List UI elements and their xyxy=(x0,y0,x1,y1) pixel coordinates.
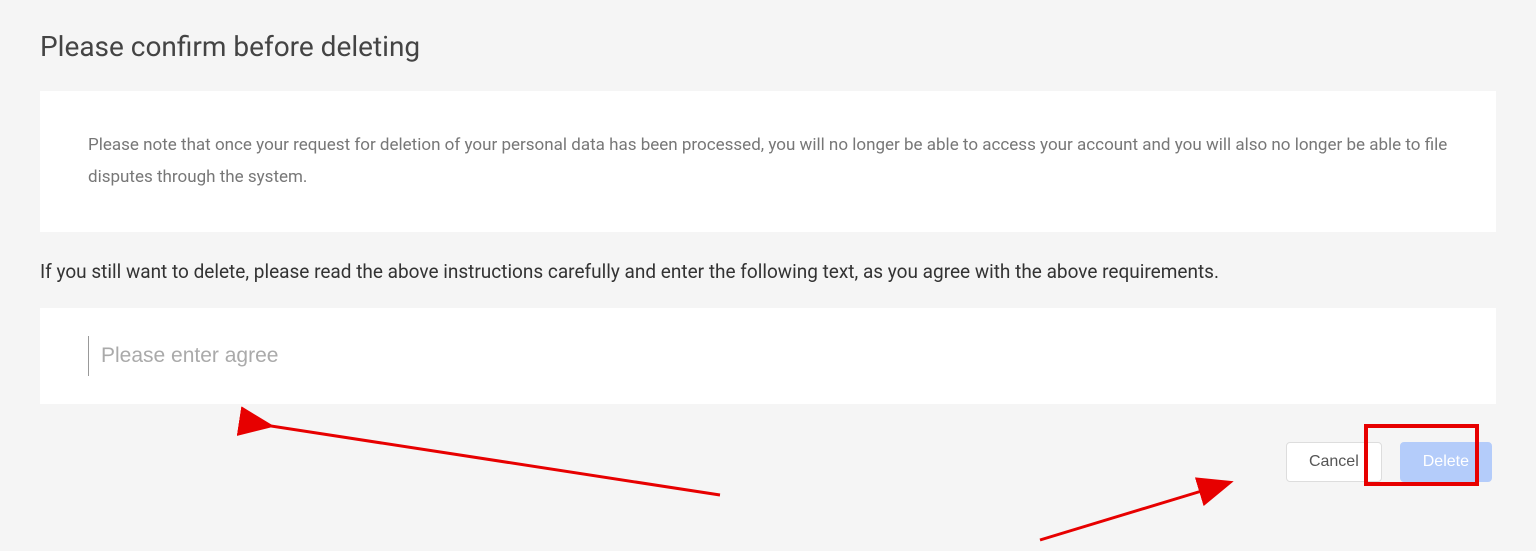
delete-confirmation-panel: Please confirm before deleting Please no… xyxy=(0,0,1536,512)
button-row: Cancel Delete xyxy=(40,442,1496,482)
notice-text: Please note that once your request for d… xyxy=(88,129,1448,194)
agree-input[interactable] xyxy=(88,336,1448,376)
cancel-button[interactable]: Cancel xyxy=(1286,442,1382,482)
input-box xyxy=(40,308,1496,404)
notice-box: Please note that once your request for d… xyxy=(40,91,1496,232)
page-title: Please confirm before deleting xyxy=(40,30,1496,63)
delete-button[interactable]: Delete xyxy=(1400,442,1492,482)
instruction-text: If you still want to delete, please read… xyxy=(40,260,1496,283)
